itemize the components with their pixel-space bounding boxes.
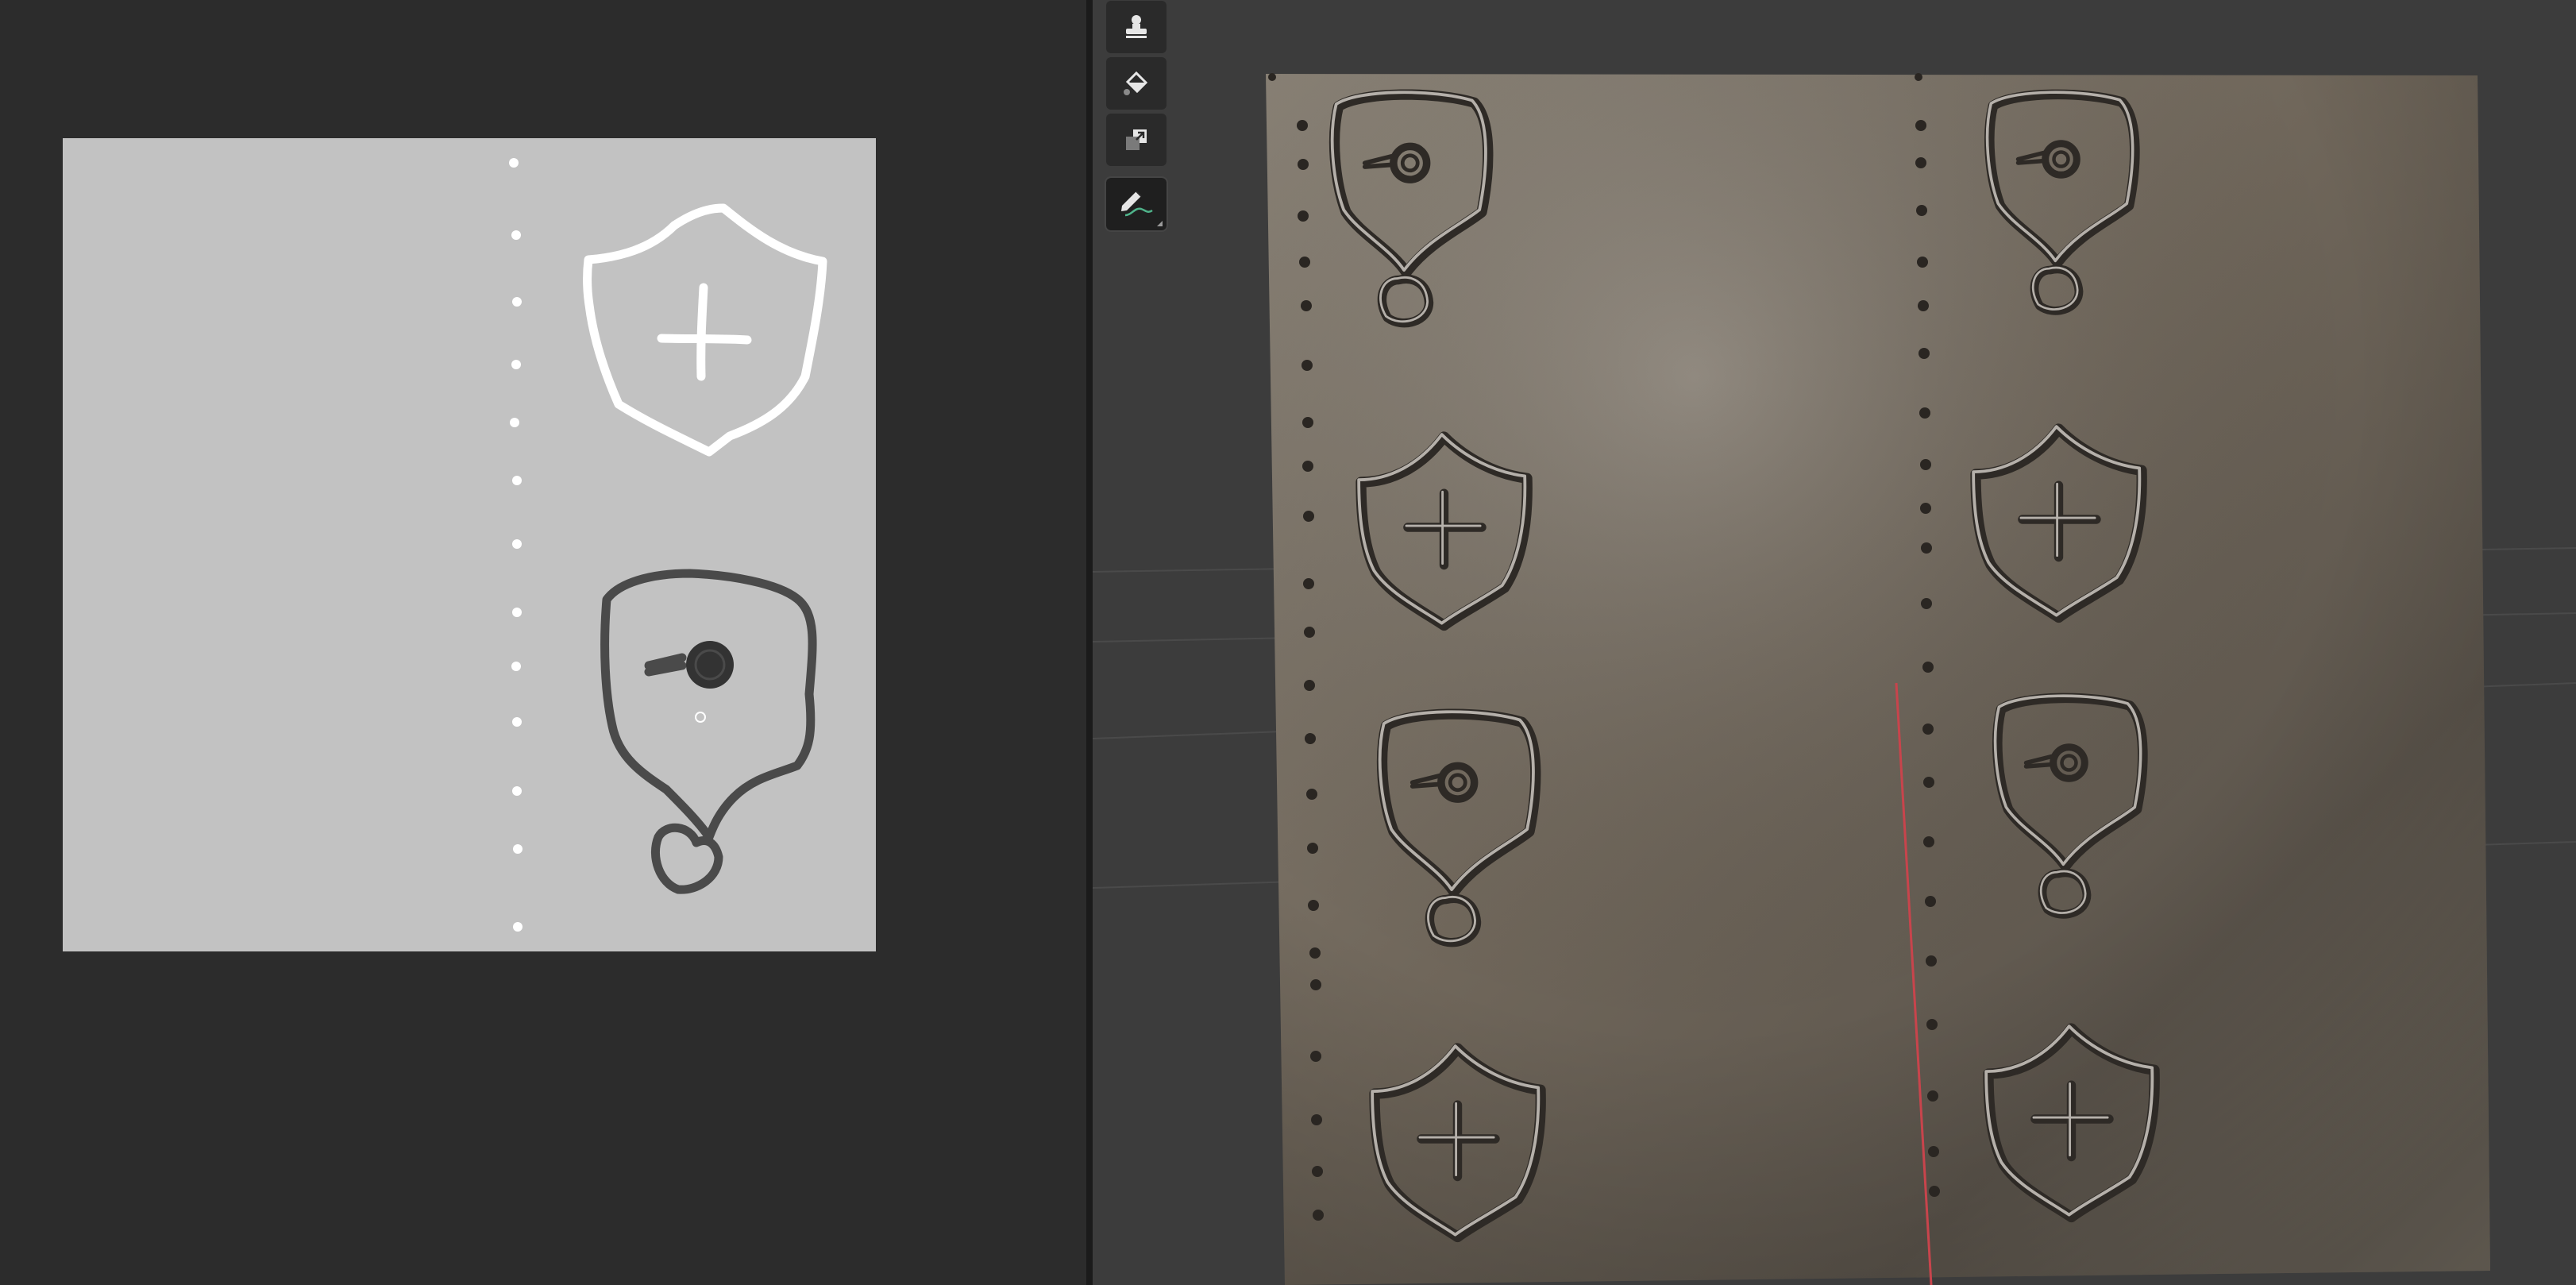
stamp-icon (1126, 15, 1147, 38)
fill-tool-button[interactable] (1106, 57, 1167, 110)
textured-plane-mesh (1266, 73, 2490, 1285)
3d-viewport[interactable] (1093, 0, 2576, 1285)
pin-eye-icon (600, 569, 817, 894)
area-divider[interactable] (1086, 0, 1093, 1285)
annotate-tool-button[interactable] (1105, 176, 1168, 232)
clone-tool-button[interactable] (1106, 114, 1167, 166)
pencil-annotate-icon (1121, 191, 1153, 217)
texture-image-canvas[interactable] (63, 138, 876, 951)
cursor-circle-icon (695, 712, 706, 723)
texture-paint-workspace (0, 0, 2576, 1285)
rivet-dots-column (509, 158, 523, 932)
clone-icon (1126, 129, 1147, 150)
tool-shelf (1105, 0, 1168, 238)
eye-blob (686, 641, 734, 689)
paint-bucket-icon (1124, 71, 1148, 95)
tool-options-indicator (1157, 221, 1163, 226)
shield-plus-icon (583, 203, 827, 457)
stamp-tool-button[interactable] (1106, 1, 1167, 53)
image-editor-area[interactable] (0, 0, 1086, 1285)
